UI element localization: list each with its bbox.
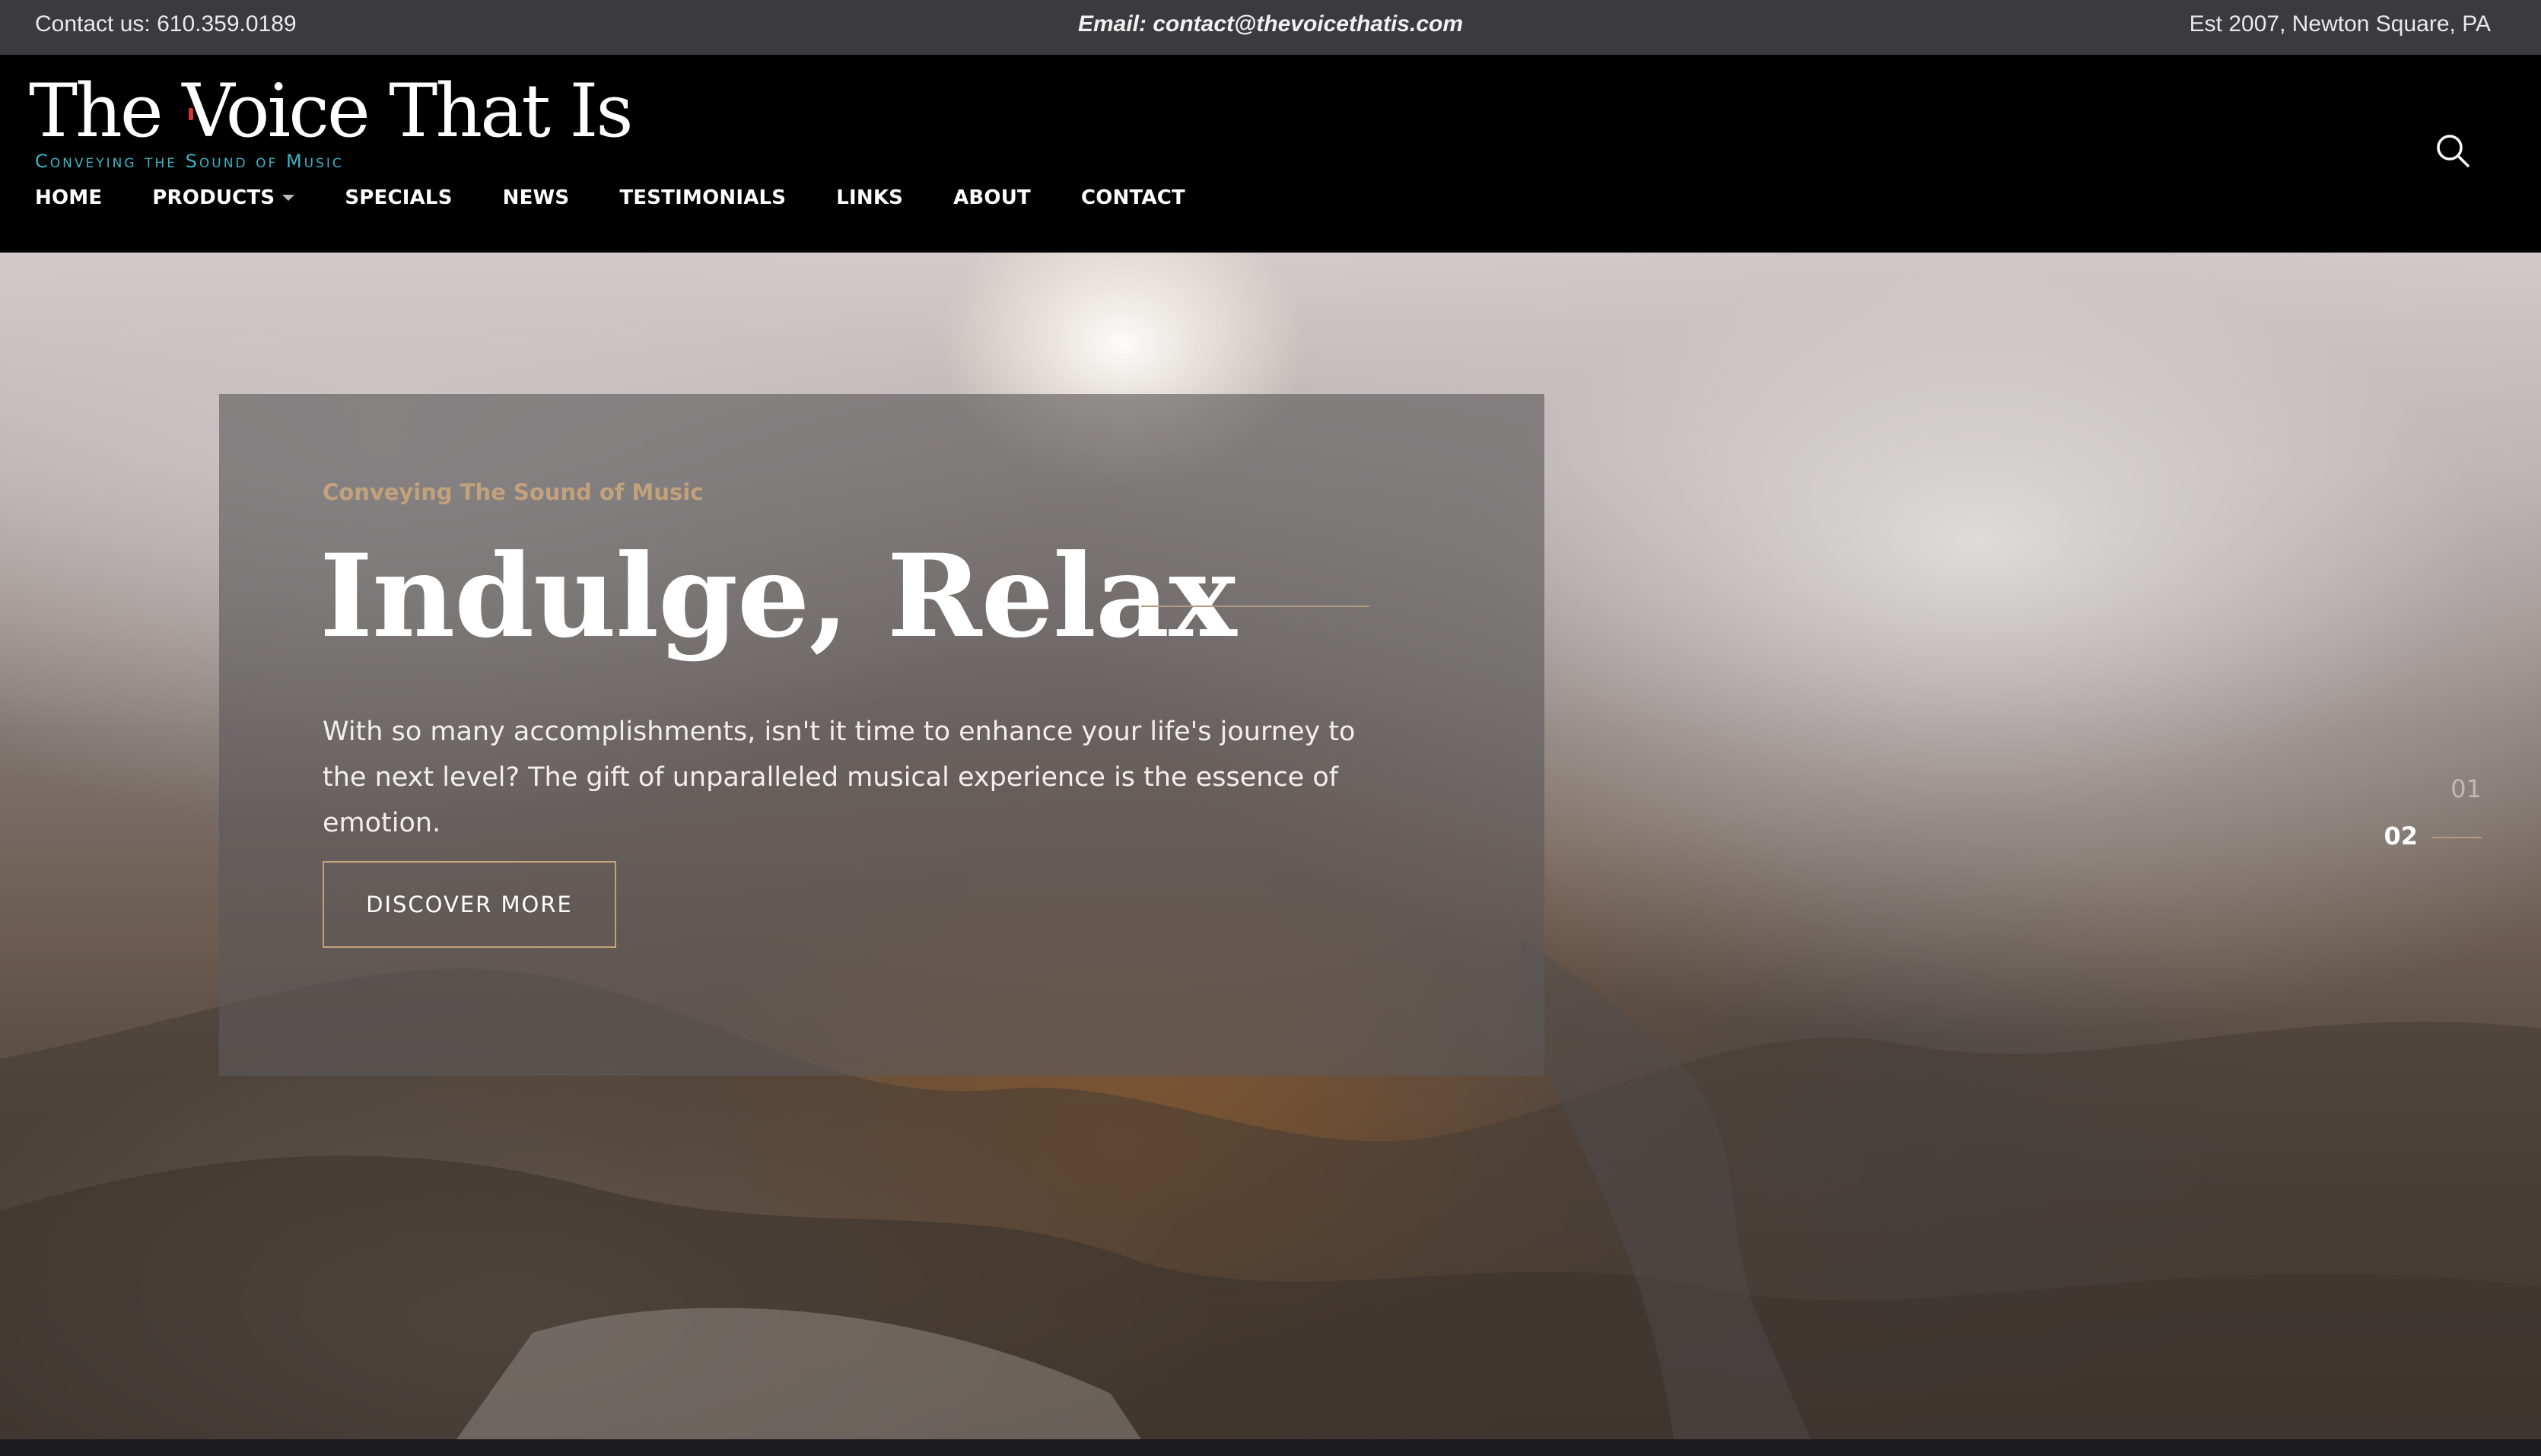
nav-specials[interactable]: SPECIALS [345,186,452,209]
chevron-down-icon [282,195,295,201]
nav-links[interactable]: LINKS [836,186,903,209]
nav-about-label: ABOUT [953,186,1031,209]
nav-contact[interactable]: CONTACT [1081,186,1185,209]
contact-email[interactable]: Email: contact@thevoicethatis.com [0,0,2541,49]
nav-links-label: LINKS [836,186,904,209]
established-info: Est 2007, Newton Square, PA [2189,11,2491,37]
nav-home[interactable]: HOME [35,186,102,209]
nav-products-label: PRODUCTS [152,186,275,209]
nav-news[interactable]: NEWS [503,186,570,209]
discover-more-button[interactable]: DISCOVER MORE [323,861,616,948]
active-slide-line [2431,837,2482,838]
top-info-bar: Contact us: 610.359.0189 Email: contact@… [0,0,2541,55]
slide-indicator: 01 02 [2313,774,2541,866]
slide-2-button[interactable]: 02 [2384,822,2418,850]
main-navigation: HOME PRODUCTS SPECIALS NEWS TESTIMONIALS… [35,181,1236,215]
nav-contact-label: CONTACT [1080,186,1185,209]
logo-title: The Voice That Is [29,68,634,154]
logo-tagline: Conveying the Sound of Music [35,151,344,172]
hero-card: Conveying The Sound of Music Indulge, Re… [219,394,1544,1076]
site-logo[interactable]: The Voice That Is Conveying the Sound of… [29,73,634,172]
discover-more-label: DISCOVER MORE [366,892,573,917]
nav-home-label: HOME [35,186,103,209]
title-divider [1141,606,1369,607]
nav-news-label: NEWS [502,186,570,209]
nav-testimonials-label: TESTIMONIALS [619,186,787,209]
search-button[interactable] [2434,132,2471,169]
nav-products[interactable]: PRODUCTS [152,186,295,209]
bottom-strip [0,1439,2541,1456]
nav-about[interactable]: ABOUT [953,186,1031,209]
nav-testimonials[interactable]: TESTIMONIALS [619,186,786,209]
search-icon [2437,135,2469,167]
nav-specials-label: SPECIALS [345,186,453,209]
hero-description: With so many accomplishments, isn't it t… [323,717,1356,838]
logo-accent-mark [189,108,193,120]
hero-title: Indulge, Relax [320,529,1237,663]
site-header: The Voice That Is Conveying the Sound of… [0,55,2541,253]
hero-eyebrow: Conveying The Sound of Music [323,479,704,505]
hero-banner: Conveying The Sound of Music Indulge, Re… [0,253,2541,1439]
slide-1-button[interactable]: 01 [2450,774,2482,803]
